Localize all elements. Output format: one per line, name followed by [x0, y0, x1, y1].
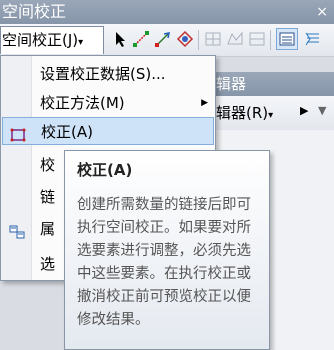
- select-elements-icon[interactable]: [112, 30, 130, 48]
- menu-button-label: 空间校正(J): [2, 31, 79, 49]
- spatial-adjustment-menu-button[interactable]: 空间校正(J)▾: [0, 26, 104, 54]
- chevron-down-icon: ▾: [268, 110, 274, 121]
- chevron-down-icon: ▾: [78, 37, 84, 48]
- menu-item-label: 选: [40, 255, 56, 273]
- spatial-adjustment-toolbar: 空间校正(J)▾: [0, 24, 334, 57]
- window-title: 空间校正: [2, 2, 67, 21]
- menu-item-label: 设置校正数据(S)...: [40, 65, 166, 83]
- toolbar-separator: [270, 30, 271, 50]
- save-links-icon[interactable]: [248, 30, 266, 48]
- menu-item-label: 链: [40, 188, 56, 206]
- menu-item-label: 属: [40, 220, 56, 238]
- close-icon[interactable]: ×: [316, 0, 328, 24]
- menu-item-label: 校: [40, 156, 56, 174]
- attribute-transfer-icon: [9, 221, 25, 239]
- window-title-bar: 空间校正 ×: [0, 0, 334, 24]
- toolbar-overflow-icon[interactable]: ▼: [318, 104, 326, 117]
- menu-item-label: 校正方法(M): [40, 94, 125, 112]
- view-links-icon[interactable]: [304, 30, 322, 48]
- submenu-arrow-icon: ▶: [201, 98, 208, 108]
- menu-item-set-adjust-data[interactable]: 设置校正数据(S)...: [2, 60, 214, 88]
- adjust-icon: [10, 124, 26, 142]
- tooltip-title: 校正(A): [77, 161, 133, 179]
- menu-item-adjust[interactable]: 校正(A): [2, 117, 214, 145]
- tooltip-body: 创建所需数量的链接后即可执行空间校正。如果要对所选要素进行调整，必须先选中这些要…: [77, 197, 251, 328]
- new-displacement-link-icon[interactable]: [132, 30, 150, 48]
- editor-menu-label: 辑器(R): [216, 104, 269, 122]
- background-window-title: 辑器: [214, 72, 334, 96]
- background-window-toolbar: 辑器(R)▾ ▶ ▼: [214, 96, 334, 130]
- edit-tool-icon[interactable]: ▶: [300, 104, 308, 117]
- open-links-icon[interactable]: [226, 30, 244, 48]
- background-window-title-text: 辑器: [216, 75, 247, 93]
- editor-menu-button[interactable]: 辑器(R)▾: [216, 102, 273, 123]
- menu-item-label: 校正(A): [41, 123, 93, 141]
- multi-link-icon[interactable]: [176, 30, 194, 48]
- link-table-icon[interactable]: [276, 28, 298, 50]
- grid-icon[interactable]: [204, 30, 222, 48]
- toolbar-separator: [198, 30, 199, 50]
- menu-item-adjustment-method[interactable]: 校正方法(M) ▶: [2, 89, 214, 117]
- adjust-tooltip: 校正(A) 创建所需数量的链接后即可执行空间校正。如果要对所选要素进行调整，必须…: [64, 150, 270, 350]
- modify-link-icon[interactable]: [154, 30, 172, 48]
